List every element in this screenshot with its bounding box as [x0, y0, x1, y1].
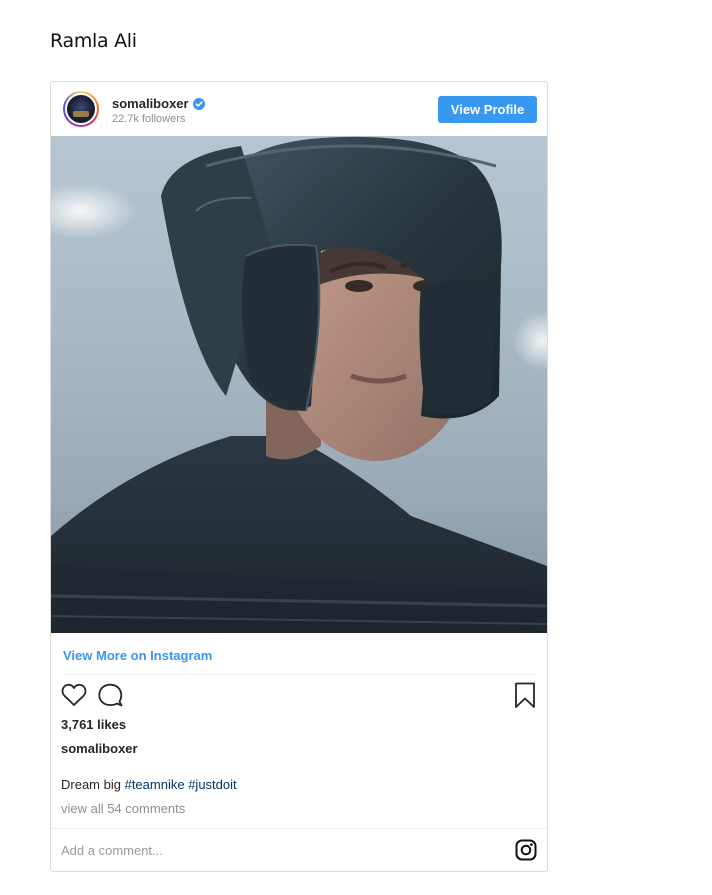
avatar-image [65, 93, 97, 125]
add-comment-input[interactable] [61, 841, 441, 859]
heart-icon[interactable] [61, 683, 87, 707]
bookmark-icon[interactable] [514, 682, 536, 709]
view-profile-button[interactable]: View Profile [438, 96, 537, 123]
view-all-comments-link[interactable]: view all 54 comments [61, 801, 537, 821]
caption: Dream big #teamnike #justdoit [61, 777, 537, 801]
view-more-on-instagram-link[interactable]: View More on Instagram [51, 633, 547, 674]
page: Ramla Ali somaliboxer 22.7k followers Vi… [0, 0, 712, 895]
hashtag-justdoit[interactable]: #justdoit [188, 777, 236, 792]
username-row: somaliboxer [112, 96, 205, 111]
verified-badge-icon [192, 97, 205, 110]
likes-count[interactable]: 3,761 likes [61, 717, 537, 741]
username-link[interactable]: somaliboxer [112, 96, 189, 111]
boxer-headgear-photo-icon [51, 136, 547, 633]
comment-icon[interactable] [97, 683, 123, 707]
page-title: Ramla Ali [50, 30, 137, 52]
followers-count: 22.7k followers [112, 113, 186, 125]
post-photo[interactable] [51, 136, 547, 633]
post-header: somaliboxer 22.7k followers View Profile [51, 82, 547, 136]
owner-username[interactable]: somaliboxer [61, 741, 537, 777]
caption-text: Dream big [61, 777, 121, 792]
post-actions [51, 675, 547, 717]
comment-bar [51, 828, 547, 871]
instagram-embed: somaliboxer 22.7k followers View Profile [50, 81, 548, 872]
post-details: 3,761 likes somaliboxer Dream big #teamn… [51, 717, 547, 821]
instagram-logo-icon[interactable] [515, 839, 537, 861]
avatar[interactable] [63, 91, 99, 127]
hashtag-teamnike[interactable]: #teamnike [125, 777, 185, 792]
